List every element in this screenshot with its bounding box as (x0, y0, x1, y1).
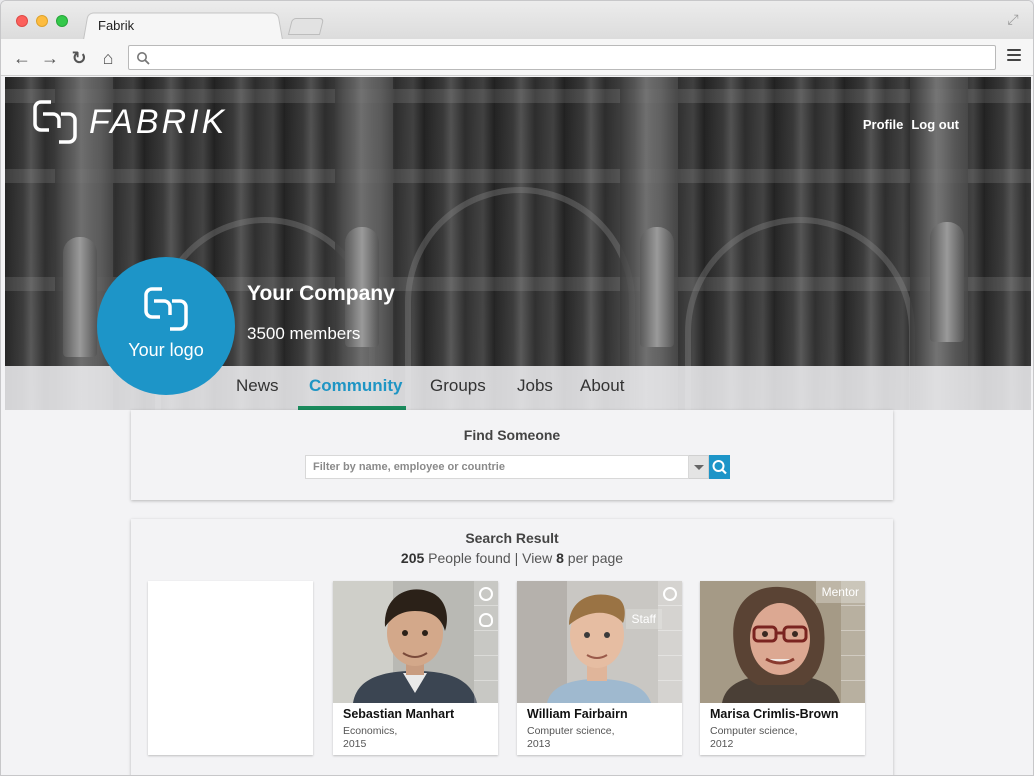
person-photo: Staff (517, 581, 682, 703)
search-button[interactable] (709, 455, 730, 479)
filter-dropdown-button[interactable] (689, 455, 709, 479)
new-tab-button[interactable] (287, 18, 325, 35)
person-card[interactable]: Mentor Marisa Crimlis-Brown Computer sci… (700, 581, 865, 755)
facade-statue (930, 222, 964, 342)
web-page: FABRIK Profile Log out Your Company 3500… (5, 77, 1031, 775)
nav-jobs[interactable]: Jobs (517, 376, 553, 396)
home-icon[interactable]: ⌂ (97, 47, 119, 69)
nav-community[interactable]: Community (309, 376, 403, 396)
browser-tab-title: Fabrik (98, 18, 135, 33)
filter-input[interactable] (306, 456, 676, 478)
person-field: Computer science, (710, 725, 798, 737)
browser-window: Fabrik ⤢ ← → ↻ ⌂ FABRIK Profile Log out … (0, 0, 1034, 776)
fabrik-logo-icon (33, 100, 77, 144)
nav-groups[interactable]: Groups (430, 376, 486, 396)
find-someone-panel: Find Someone (131, 410, 893, 500)
address-bar[interactable] (128, 45, 996, 70)
person-card-placeholder (148, 581, 313, 755)
window-controls (16, 15, 68, 27)
person-name: Sebastian Manhart (343, 707, 455, 721)
result-count: 205 (400, 550, 425, 566)
person-field: Computer science, (527, 725, 615, 737)
filter-field[interactable] (305, 455, 689, 479)
search-icon (137, 52, 150, 65)
title-bar: Fabrik ⤢ (1, 1, 1033, 41)
person-year: 2012 (710, 738, 734, 750)
forward-arrow-icon[interactable]: → (39, 47, 61, 69)
hamburger-menu-icon[interactable] (1007, 49, 1021, 63)
per-page-label: per page (567, 550, 624, 566)
site-logo[interactable]: FABRIK (27, 93, 227, 151)
search-icon (712, 460, 727, 475)
back-arrow-icon[interactable]: ← (11, 47, 33, 69)
person-photo (333, 581, 498, 703)
company-info: Your Company 3500 members (247, 282, 395, 344)
message-icon[interactable] (479, 613, 493, 627)
person-year: 2013 (527, 738, 551, 750)
person-meta: Computer science, 2012 (710, 725, 860, 751)
person-card[interactable]: Sebastian Manhart Economics, 2015 (333, 581, 498, 755)
url-input[interactable] (157, 48, 987, 67)
nav-about[interactable]: About (580, 376, 624, 396)
reload-icon[interactable]: ↻ (68, 47, 90, 69)
company-logo-label: Your logo (128, 340, 204, 360)
person-field: Economics, (343, 725, 398, 737)
person-year: 2015 (343, 738, 367, 750)
facade-statue (63, 237, 97, 357)
facade-statue (640, 227, 674, 347)
search-result-title: Search Result (465, 530, 559, 546)
clock-icon[interactable] (479, 587, 493, 601)
logout-link[interactable]: Log out (911, 117, 959, 132)
close-window-button[interactable] (16, 15, 28, 27)
minimize-window-button[interactable] (36, 15, 48, 27)
clock-icon[interactable] (663, 587, 677, 601)
zoom-window-button[interactable] (56, 15, 68, 27)
company-logo-badge[interactable]: Your logo (97, 257, 235, 395)
logo-wordmark: FABRIK (89, 102, 228, 141)
profile-link[interactable]: Profile (863, 117, 903, 132)
company-name: Your Company (247, 282, 395, 305)
search-result-panel: Search Result 205 People found | View 8 … (131, 519, 893, 775)
person-meta: Economics, 2015 (343, 725, 493, 751)
result-count-label: People found | View (428, 550, 553, 566)
person-photo: Mentor (700, 581, 865, 703)
per-page-value[interactable]: 8 (556, 550, 564, 566)
person-name: William Fairbairn (527, 707, 628, 721)
facade-band (5, 169, 1031, 183)
browser-toolbar: ← → ↻ ⌂ (1, 39, 1033, 76)
nav-news[interactable]: News (236, 376, 279, 396)
person-name: Marisa Crimlis-Brown (710, 707, 839, 721)
fullscreen-icon[interactable]: ⤢ (1005, 11, 1021, 27)
user-links: Profile Log out (863, 117, 959, 132)
person-card[interactable]: Staff William Fairbairn Computer science… (517, 581, 682, 755)
find-someone-title: Find Someone (463, 427, 561, 443)
staff-badge: Staff (625, 609, 662, 629)
person-meta: Computer science, 2013 (527, 725, 677, 751)
member-count: 3500 members (247, 324, 361, 343)
result-summary: 205 People found | View 8 per page (131, 550, 893, 566)
company-logo-icon (144, 287, 188, 331)
mentor-badge: Mentor (815, 581, 865, 603)
